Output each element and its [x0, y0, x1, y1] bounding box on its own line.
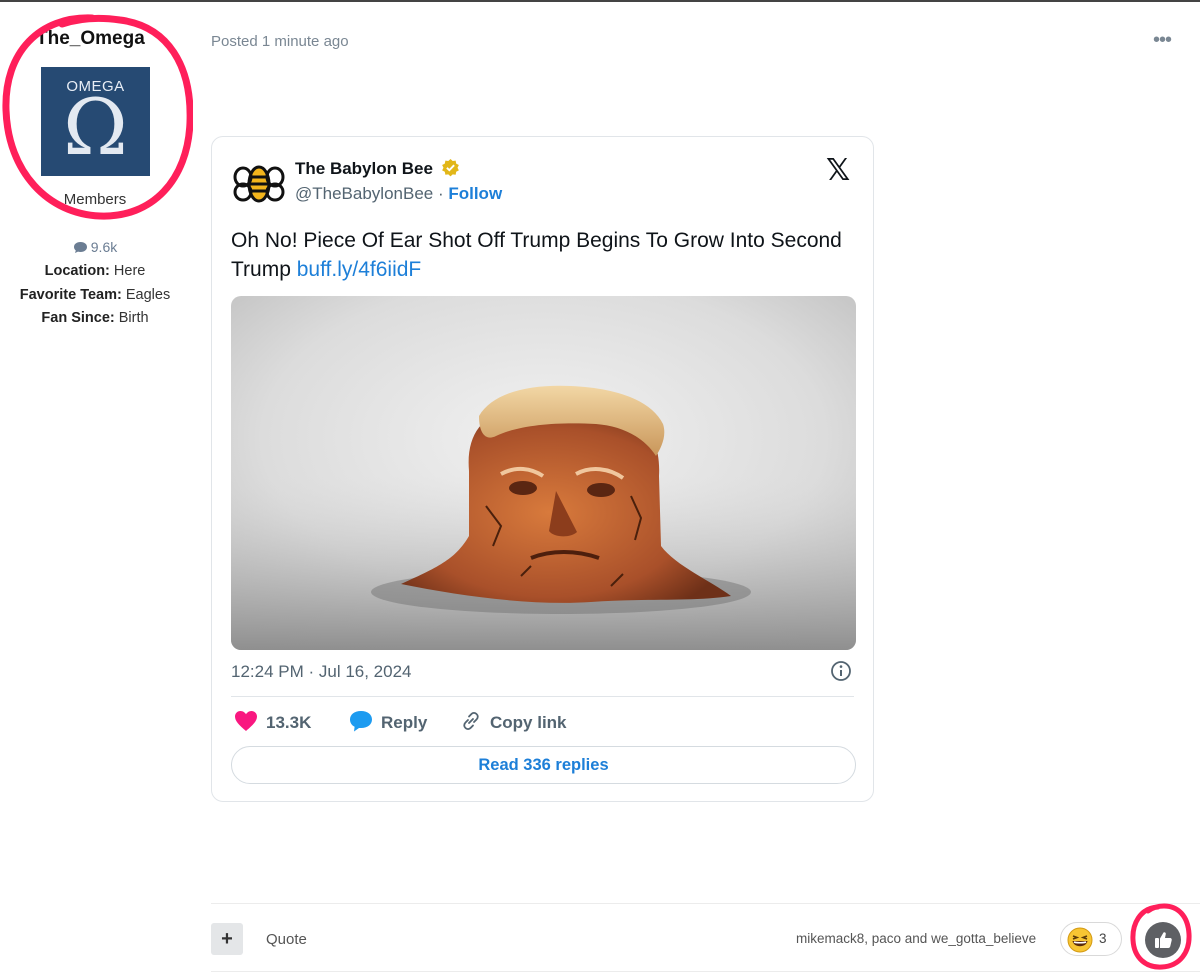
tweet-author-name[interactable]: The Babylon Bee	[295, 158, 460, 179]
like-action[interactable]: 13.3K	[234, 710, 311, 733]
embedded-tweet: The Babylon Bee @TheBabylonBee · Follow …	[211, 136, 874, 802]
highlight-circle-author	[2, 14, 193, 220]
tweet-timestamp[interactable]: 12:24 PM · Jul 16, 2024	[231, 662, 412, 682]
tweet-image[interactable]	[231, 296, 856, 650]
quote-button[interactable]: Quote	[266, 931, 307, 948]
reactors-list[interactable]: mikemack8, paco and we_gotta_believe	[796, 931, 1036, 946]
follow-link[interactable]: Follow	[448, 184, 502, 203]
field-value: Here	[113, 263, 146, 279]
divider	[211, 903, 1200, 904]
field-label: Fan Since:	[41, 310, 115, 326]
read-replies-button[interactable]: Read 336 replies	[231, 746, 856, 784]
more-options-icon[interactable]: •••	[1153, 29, 1172, 52]
copy-link-action[interactable]: Copy link	[460, 710, 567, 733]
multiquote-add-button[interactable]: +	[211, 923, 243, 955]
link-icon	[463, 712, 479, 730]
heart-icon	[235, 711, 257, 731]
tweet-handle-row: @TheBabylonBee · Follow	[295, 184, 502, 204]
field-label: Favorite Team:	[19, 287, 122, 303]
tweet-link[interactable]: buff.ly/4f6iidF	[297, 258, 422, 281]
tweet-text: Oh No! Piece Of Ear Shot Off Trump Begin…	[231, 226, 851, 284]
reaction-summary[interactable]: 3	[1060, 922, 1122, 956]
divider	[211, 971, 1200, 972]
field-label: Location:	[44, 263, 110, 279]
reply-bubble-icon	[350, 711, 372, 732]
profile-field-fan-since: Fan Since: Birth	[0, 310, 190, 326]
reply-label: Reply	[381, 713, 428, 732]
thumbs-up-icon	[1155, 932, 1172, 948]
field-value: Birth	[118, 310, 149, 326]
post-timestamp[interactable]: Posted 1 minute ago	[211, 33, 349, 50]
react-button[interactable]	[1145, 922, 1181, 958]
like-count: 13.3K	[266, 713, 312, 732]
comment-icon	[73, 242, 87, 253]
tweet-handle[interactable]: @TheBabylonBee	[295, 184, 433, 203]
separator: ·	[433, 184, 449, 203]
field-value: Eagles	[125, 287, 171, 303]
laughing-emoji-icon	[1067, 927, 1093, 953]
x-logo-icon[interactable]: 𝕏	[826, 153, 850, 188]
tweet-author-label: The Babylon Bee	[295, 159, 433, 178]
reply-action[interactable]: Reply	[349, 710, 427, 733]
post-count[interactable]: 9.6k	[0, 239, 190, 255]
post-count-value: 9.6k	[90, 239, 118, 255]
copy-link-label: Copy link	[490, 713, 567, 732]
info-icon[interactable]	[830, 660, 852, 682]
profile-field-favorite-team: Favorite Team: Eagles	[0, 287, 190, 303]
profile-field-location: Location: Here	[0, 263, 190, 279]
reaction-count: 3	[1099, 931, 1107, 946]
verified-badge-icon	[441, 158, 459, 177]
divider	[231, 696, 854, 697]
babylon-bee-logo[interactable]	[232, 155, 286, 209]
